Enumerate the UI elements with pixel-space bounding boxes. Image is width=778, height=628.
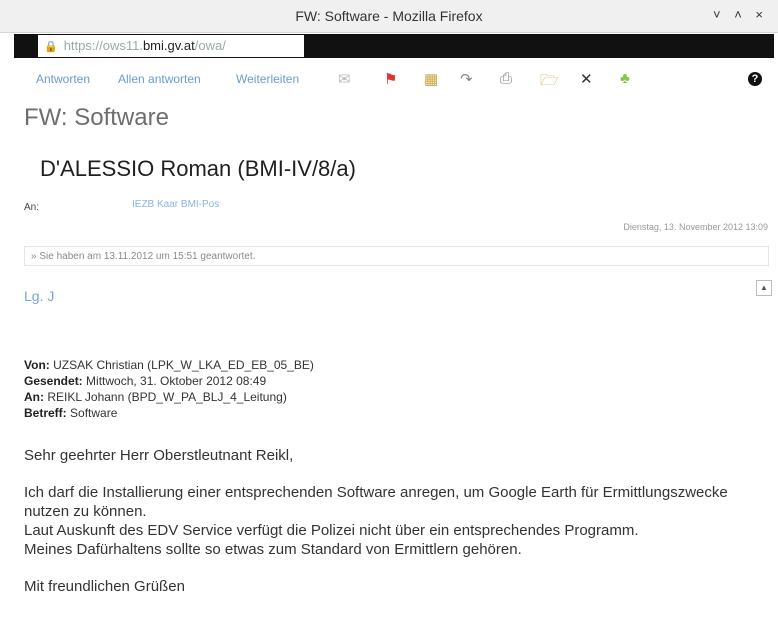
reply-info-bar: » Sie haben am 13.11.2012 um 15:51 geant… [24, 246, 769, 266]
fwd-from-label: Von: [24, 358, 50, 372]
flag-icon[interactable]: ⚑ [384, 70, 397, 88]
reply-all-button[interactable]: Allen antworten [118, 72, 201, 86]
url-prefix: https://ows11. [63, 38, 143, 53]
forward-button[interactable]: Weiterleiten [236, 72, 299, 86]
fwd-subject-value: Software [70, 406, 118, 420]
mail-toolbar: Antworten Allen antworten Weiterleiten ✉… [0, 66, 778, 94]
url-field[interactable]: 🔒 https://ows11.bmi.gv.at/owa/ [38, 35, 304, 57]
body-line-3: Meines Dafürhaltens sollte so etwas zum … [24, 541, 522, 558]
move-icon[interactable]: ↷ [460, 70, 473, 88]
message-sender: D'ALESSIO Roman (BMI-IV/8/a) [40, 156, 356, 181]
im-icon[interactable]: ✉ [338, 70, 351, 88]
reply-button[interactable]: Antworten [36, 72, 90, 86]
help-icon[interactable]: ? [748, 72, 762, 86]
window-title: FW: Software - Mozilla Firefox [295, 8, 483, 24]
window-titlebar: FW: Software - Mozilla Firefox ˅ ˄ × [0, 0, 778, 33]
url-bar[interactable]: 🔒 https://ows11.bmi.gv.at/owa/ [14, 34, 774, 58]
window-controls[interactable]: ˅ ˄ × [713, 7, 768, 22]
fwd-to-row: An: REIKL Johann (BPD_W_PA_BLJ_4_Leitung… [24, 389, 314, 405]
print-icon[interactable]: ⎙ [500, 70, 512, 87]
categories-icon[interactable]: ▦ [424, 70, 438, 88]
reply-greeting: Lg. J [24, 288, 55, 304]
fwd-from-value: UZSAK Christian (LPK_W_LKA_ED_EB_05_BE) [53, 358, 314, 372]
scroll-up-icon[interactable]: ▲ [756, 280, 772, 296]
fwd-subject-row: Betreff: Software [24, 405, 314, 421]
body-closing: Mit freundlichen Grüßen [24, 578, 185, 595]
message-subject: FW: Software [24, 104, 169, 131]
fwd-subject-label: Betreff: [24, 406, 67, 420]
fwd-sent-row: Gesendet: Mittwoch, 31. Oktober 2012 08:… [24, 373, 314, 389]
fwd-sent-label: Gesendet: [24, 374, 83, 388]
lock-icon: 🔒 [44, 41, 58, 53]
fwd-to-value: REIKL Johann (BPD_W_PA_BLJ_4_Leitung) [47, 390, 287, 404]
junk-icon[interactable]: ♣ [620, 70, 630, 87]
body-salutation: Sehr geehrter Herr Oberstleutnant Reikl, [24, 447, 294, 464]
message-date: Dienstag, 13. November 2012 13:09 [623, 222, 768, 232]
body-line-1: Ich darf die Installierung einer entspre… [24, 484, 728, 520]
message-body: Sehr geehrter Herr Oberstleutnant Reikl,… [24, 446, 744, 596]
folder-icon[interactable]: 🗁 [540, 70, 559, 95]
to-label: An: [24, 202, 40, 213]
fwd-from-row: Von: UZSAK Christian (LPK_W_LKA_ED_EB_05… [24, 357, 314, 373]
fwd-to-label: An: [24, 390, 44, 404]
fwd-sent-value: Mittwoch, 31. Oktober 2012 08:49 [86, 374, 267, 388]
url-suffix: /owa/ [194, 38, 226, 53]
forwarded-headers: Von: UZSAK Christian (LPK_W_LKA_ED_EB_05… [24, 357, 314, 421]
body-line-2: Laut Auskunft des EDV Service verfügt di… [24, 522, 639, 539]
reply-info-text: Sie haben am 13.11.2012 um 15:51 geantwo… [39, 251, 256, 262]
to-recipient[interactable]: IEZB Kaar BMI-Pos [132, 199, 219, 210]
delete-icon[interactable]: ✕ [580, 70, 593, 88]
url-domain: bmi.gv.at [142, 38, 195, 53]
